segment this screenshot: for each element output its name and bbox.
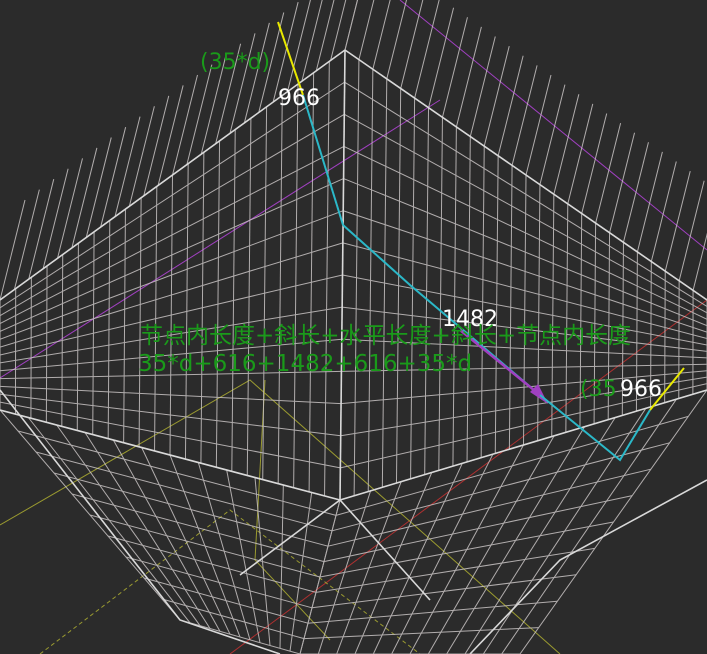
grid-right-wall-line-v	[664, 271, 666, 403]
grid-left-wall-line-v	[45, 265, 48, 423]
formula-line-2: 35*d+616+1482+616+35*d	[138, 351, 473, 377]
left-length-label: 966	[278, 86, 320, 111]
right-length-label: 966	[620, 377, 662, 402]
left-anchor-label: (35*d)	[200, 50, 271, 75]
formula-line-1: 节点内长度+斜长+水平长度+斜长+节点内长度	[140, 323, 632, 349]
right-anchor-label: (35	[580, 377, 617, 402]
